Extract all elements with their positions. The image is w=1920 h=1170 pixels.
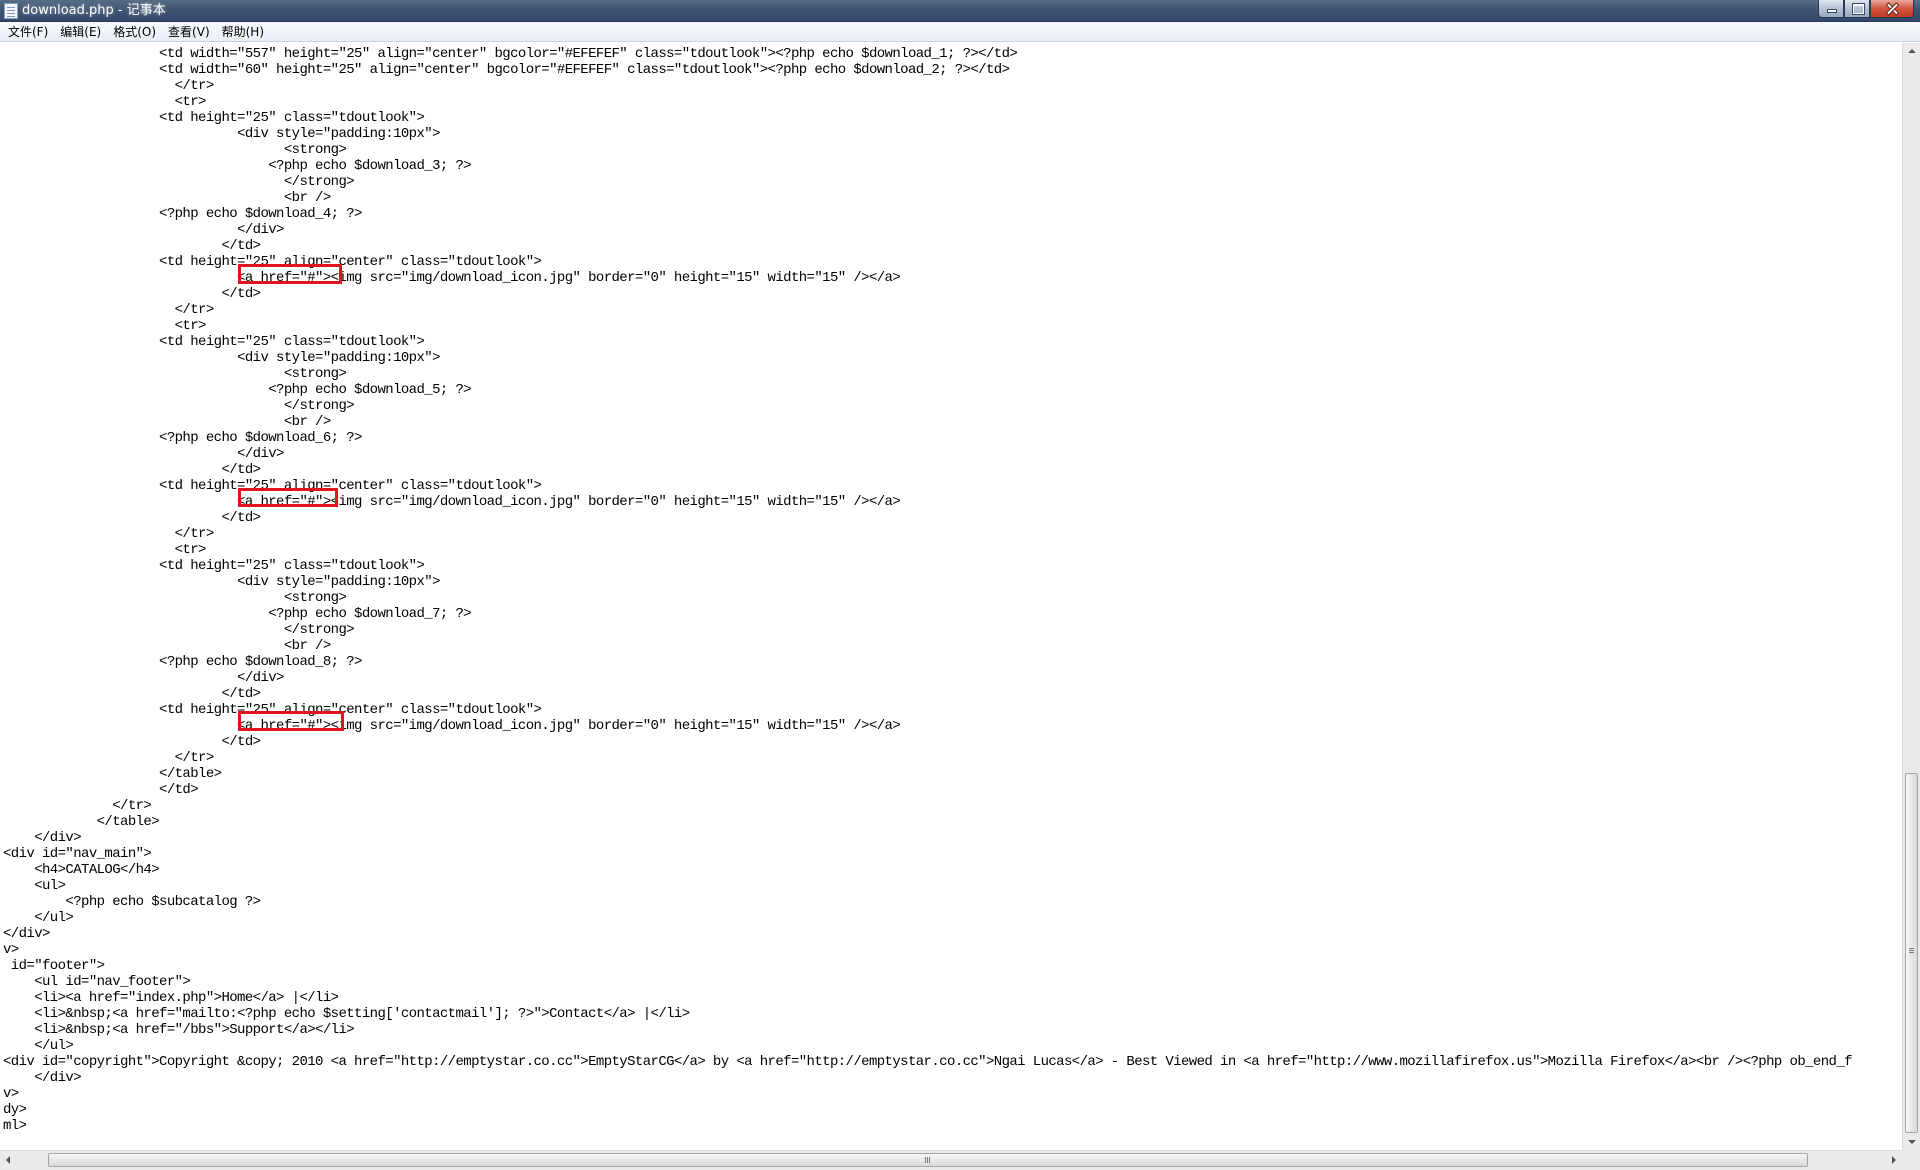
code-line[interactable]: <li>&nbsp;<a href="/bbs">Support</a></li… [3,1022,1852,1038]
code-line[interactable]: <br /> [3,638,1852,654]
menu-help[interactable]: 帮助(H) [217,23,269,41]
highlight-box-1 [238,264,342,284]
code-line[interactable]: <div id="copyright">Copyright &copy; 201… [3,1054,1853,1070]
text-editor-area[interactable]: <td width="557" height="25" align="cente… [0,43,1900,1150]
code-line[interactable]: </td> [3,686,1852,702]
code-line[interactable]: <td height="25" class="tdoutlook"> [3,110,1852,126]
code-line[interactable]: <?php echo $download_4; ?> [3,206,1852,222]
code-line[interactable]: ml> [3,1118,1852,1134]
code-line[interactable]: <div style="padding:10px"> [3,126,1852,142]
code-line[interactable]: </div> [3,670,1852,686]
scroll-left-arrow-icon[interactable] [0,1151,18,1169]
code-line[interactable]: </tr> [3,78,1852,94]
code-line[interactable]: </div> [3,446,1852,462]
code-line[interactable]: <li>&nbsp;<a href="mailto:<?php echo $se… [3,1006,1852,1022]
code-line[interactable]: <strong> [3,590,1852,606]
code-line[interactable]: </tr> [3,302,1852,318]
code-line[interactable]: v> [3,1086,1852,1102]
scroll-right-arrow-icon[interactable] [1884,1151,1902,1169]
code-line[interactable]: <ul> [3,878,1852,894]
code-text[interactable]: <td width="557" height="25" align="cente… [3,46,1853,1134]
menu-edit[interactable]: 编辑(E) [55,23,106,41]
code-line[interactable]: <br /> [3,190,1852,206]
code-line[interactable]: <?php echo $download_7; ?> [3,606,1852,622]
scroll-up-arrow-icon[interactable] [1903,43,1920,60]
code-line[interactable]: <tr> [3,542,1852,558]
code-line[interactable]: <br /> [3,414,1852,430]
code-line[interactable]: dy> [3,1102,1852,1118]
code-line[interactable]: <strong> [3,366,1852,382]
code-line[interactable]: </td> [3,286,1852,302]
code-line[interactable]: <tr> [3,94,1852,110]
code-line[interactable]: <?php echo $download_3; ?> [3,158,1852,174]
code-line[interactable]: </td> [3,510,1852,526]
code-line[interactable]: <div id="nav_main"> [3,846,1852,862]
code-line[interactable]: </div> [3,222,1852,238]
code-line[interactable]: </table> [3,766,1852,782]
code-line[interactable]: id="footer"> [3,958,1852,974]
code-line[interactable]: </div> [3,830,1852,846]
window-controls [1818,0,1914,18]
code-line[interactable]: <li><a href="index.php">Home</a> |</li> [3,990,1852,1006]
code-line[interactable]: <tr> [3,318,1852,334]
code-line[interactable]: </strong> [3,398,1852,414]
code-line[interactable]: <?php echo $subcatalog ?> [3,894,1852,910]
code-line[interactable]: </td> [3,734,1852,750]
code-line[interactable]: <?php echo $download_6; ?> [3,430,1852,446]
code-line[interactable]: <?php echo $download_5; ?> [3,382,1852,398]
code-line[interactable]: v> [3,942,1852,958]
close-button[interactable] [1870,0,1914,18]
highlight-box-3 [238,711,344,731]
code-line[interactable]: <td width="557" height="25" align="cente… [3,46,1852,62]
code-line[interactable]: <ul id="nav_footer"> [3,974,1852,990]
title-bar[interactable]: download.php - 记事本 [0,0,1920,22]
code-line[interactable]: </strong> [3,622,1852,638]
vertical-scroll-thumb[interactable] [1905,773,1918,1133]
code-line[interactable]: </td> [3,462,1852,478]
menu-format[interactable]: 格式(O) [108,23,161,41]
scroll-down-arrow-icon[interactable] [1903,1133,1920,1150]
code-line[interactable]: <td height="25" class="tdoutlook"> [3,558,1852,574]
code-line[interactable]: <td height="25" class="tdoutlook"> [3,334,1852,350]
code-line[interactable]: <div style="padding:10px"> [3,574,1852,590]
vertical-scrollbar[interactable] [1902,43,1920,1150]
code-line[interactable]: <strong> [3,142,1852,158]
code-line[interactable]: </td> [3,238,1852,254]
code-line[interactable]: </strong> [3,174,1852,190]
code-line[interactable]: <h4>CATALOG</h4> [3,862,1852,878]
minimize-button[interactable] [1818,0,1844,18]
code-line[interactable]: </ul> [3,1038,1852,1054]
code-line[interactable]: </td> [3,782,1852,798]
horizontal-scroll-thumb[interactable] [48,1153,1808,1167]
code-line[interactable]: </tr> [3,750,1852,766]
code-line[interactable]: </div> [3,1070,1852,1086]
menu-bar: 文件(F) 编辑(E) 格式(O) 查看(V) 帮助(H) [0,22,1920,42]
horizontal-scrollbar[interactable] [0,1150,1902,1170]
size-grip[interactable] [1902,1150,1920,1170]
menu-view[interactable]: 查看(V) [163,23,215,41]
code-line[interactable]: </tr> [3,798,1852,814]
menu-file[interactable]: 文件(F) [3,23,53,41]
code-line[interactable]: </div> [3,926,1852,942]
highlight-box-2 [238,488,338,507]
code-line[interactable]: </table> [3,814,1852,830]
code-line[interactable]: </tr> [3,526,1852,542]
code-line[interactable]: <?php echo $download_8; ?> [3,654,1852,670]
code-line[interactable]: </ul> [3,910,1852,926]
window-title: download.php - 记事本 [22,3,166,18]
notepad-app-icon[interactable] [4,3,18,19]
code-line[interactable]: <div style="padding:10px"> [3,350,1852,366]
code-line[interactable]: <td width="60" height="25" align="center… [3,62,1852,78]
maximize-button[interactable] [1844,0,1870,18]
